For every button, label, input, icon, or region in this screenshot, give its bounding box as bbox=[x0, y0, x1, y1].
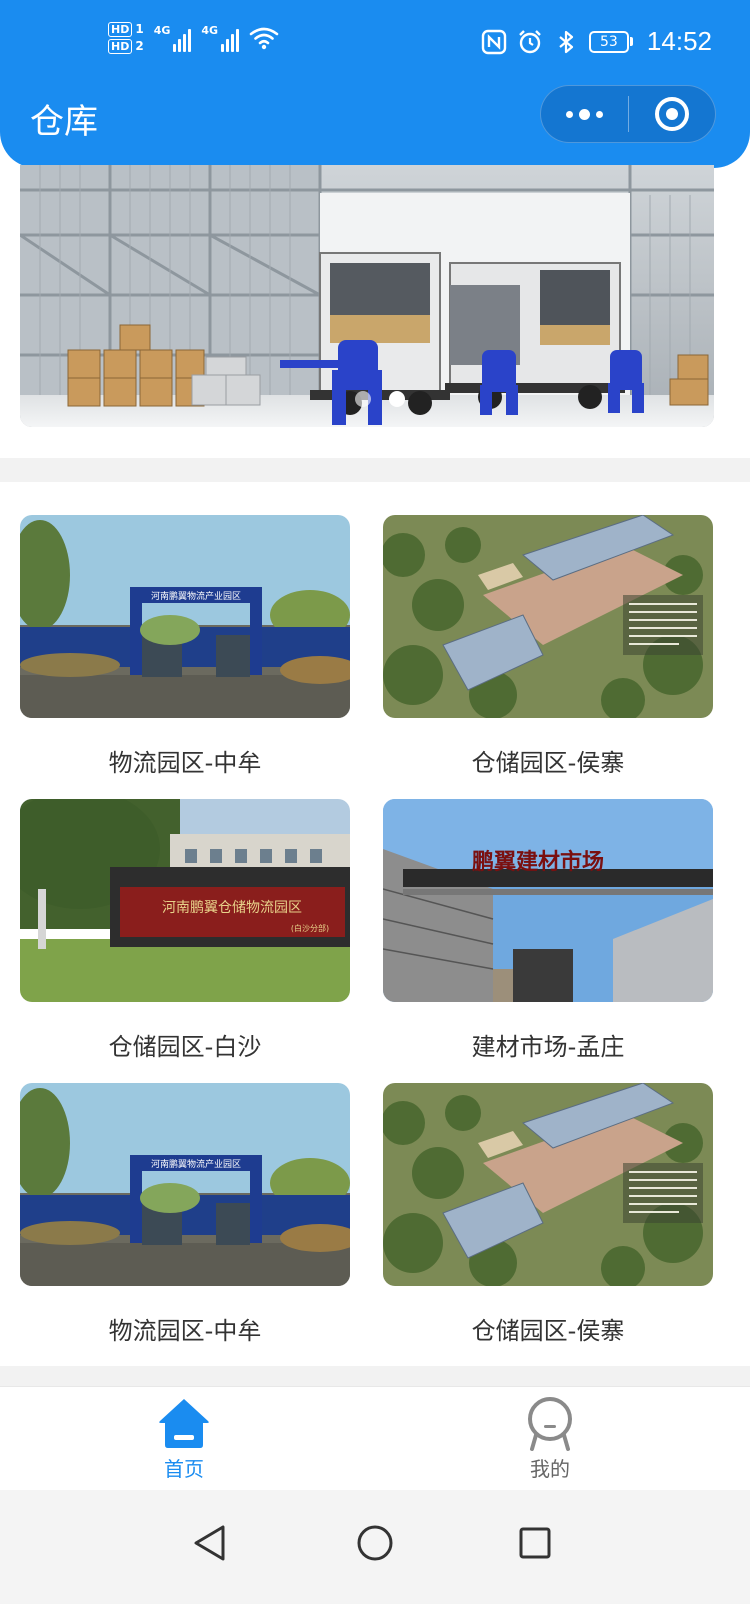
tab-bar: 首页 我的 bbox=[0, 1386, 750, 1490]
back-button[interactable] bbox=[175, 1508, 245, 1578]
battery-icon: 53 bbox=[588, 30, 633, 53]
section-divider bbox=[0, 458, 750, 482]
location-card[interactable]: 仓储园区-侯寨 bbox=[383, 515, 713, 777]
hd-badge: HD bbox=[108, 22, 133, 37]
signal-label: 4G bbox=[201, 24, 219, 37]
banner-image bbox=[20, 165, 714, 427]
location-label: 仓储园区-侯寨 bbox=[471, 1317, 625, 1345]
location-label: 仓储园区-白沙 bbox=[108, 1033, 262, 1061]
park-sign-text: 河南鹏翼仓储物流园区 bbox=[162, 900, 302, 916]
recents-button[interactable] bbox=[500, 1508, 570, 1578]
tab-home-label: 首页 bbox=[164, 1457, 204, 1481]
location-card[interactable]: 河南鹏翼仓储物流园区 (白沙分部) 仓储园区-白沙 bbox=[20, 799, 350, 1061]
signal-icon: 4G bbox=[154, 24, 192, 52]
more-dots-icon bbox=[565, 108, 603, 120]
location-card[interactable]: 仓储园区-侯寨 bbox=[383, 1083, 713, 1345]
location-photo: 河南鹏翼仓储物流园区 (白沙分部) bbox=[20, 799, 350, 1002]
signal-label: 4G bbox=[153, 24, 171, 37]
status-bar: HD 1 HD 2 4G 4G 53 14:52 bbox=[0, 0, 750, 86]
more-button[interactable] bbox=[541, 85, 628, 143]
location-photo: 鹏翼建材市场 bbox=[383, 799, 713, 1002]
hd-indicators: HD 1 HD 2 bbox=[108, 22, 144, 54]
wifi-icon bbox=[249, 27, 279, 50]
location-photo bbox=[383, 515, 713, 718]
location-card[interactable]: 鹏翼建材市场 建材市场-孟庄 bbox=[383, 799, 713, 1061]
hd-badge: HD bbox=[108, 39, 133, 54]
location-label: 物流园区-中牟 bbox=[108, 749, 262, 777]
profile-icon bbox=[528, 1397, 572, 1451]
home-icon bbox=[159, 1399, 209, 1448]
bluetooth-icon bbox=[559, 30, 574, 53]
alarm-icon bbox=[519, 29, 541, 53]
carousel-dot[interactable] bbox=[355, 391, 371, 407]
location-photo bbox=[383, 1083, 713, 1286]
location-label: 仓储园区-侯寨 bbox=[471, 749, 625, 777]
home-button[interactable] bbox=[340, 1508, 410, 1578]
banner-carousel[interactable] bbox=[20, 165, 714, 427]
close-button[interactable] bbox=[629, 85, 716, 143]
section-divider bbox=[0, 1366, 750, 1386]
page-title: 仓库 bbox=[30, 102, 98, 142]
location-label: 建材市场-孟庄 bbox=[471, 1033, 625, 1061]
system-navigation-bar bbox=[0, 1490, 750, 1604]
home-circle-icon bbox=[357, 1525, 393, 1561]
hd-number: 2 bbox=[135, 39, 144, 53]
park-sign-sub: (白沙分部) bbox=[291, 923, 329, 933]
location-card[interactable]: 河南鹏翼物流产业园区 物流园区-中牟 bbox=[20, 1083, 350, 1345]
market-sign-text: 鹏翼建材市场 bbox=[472, 849, 604, 875]
hd-number: 1 bbox=[135, 22, 144, 36]
nfc-icon bbox=[481, 29, 507, 54]
back-triangle-icon bbox=[194, 1525, 225, 1561]
location-photo: 河南鹏翼物流产业园区 bbox=[20, 1083, 350, 1286]
battery-level: 53 bbox=[588, 30, 629, 53]
status-right: 53 14:52 bbox=[481, 26, 712, 57]
tab-mine[interactable]: 我的 bbox=[490, 1395, 610, 1482]
tab-home[interactable]: 首页 bbox=[124, 1395, 244, 1482]
carousel-dot-active[interactable] bbox=[389, 391, 405, 407]
gate-sign-text: 河南鹏翼物流产业园区 bbox=[151, 1158, 241, 1170]
target-circle-icon bbox=[654, 97, 689, 131]
status-left: HD 1 HD 2 4G 4G bbox=[108, 22, 279, 54]
recents-square-icon bbox=[519, 1527, 551, 1559]
signal-icon: 4G bbox=[201, 24, 240, 52]
header: HD 1 HD 2 4G 4G 53 14:52 仓库 bbox=[0, 0, 750, 168]
carousel-indicator bbox=[355, 391, 405, 407]
page: HD 1 HD 2 4G 4G 53 14:52 仓库 河南鹏翼物流产业园区 物… bbox=[0, 0, 750, 1604]
location-photo: 河南鹏翼物流产业园区 bbox=[20, 515, 350, 718]
location-card[interactable]: 河南鹏翼物流产业园区 物流园区-中牟 bbox=[20, 515, 350, 777]
mini-program-capsule bbox=[540, 85, 716, 143]
status-time: 14:52 bbox=[646, 26, 712, 56]
gate-sign-text: 河南鹏翼物流产业园区 bbox=[151, 590, 241, 602]
tab-mine-label: 我的 bbox=[530, 1457, 570, 1481]
location-label: 物流园区-中牟 bbox=[108, 1317, 262, 1345]
